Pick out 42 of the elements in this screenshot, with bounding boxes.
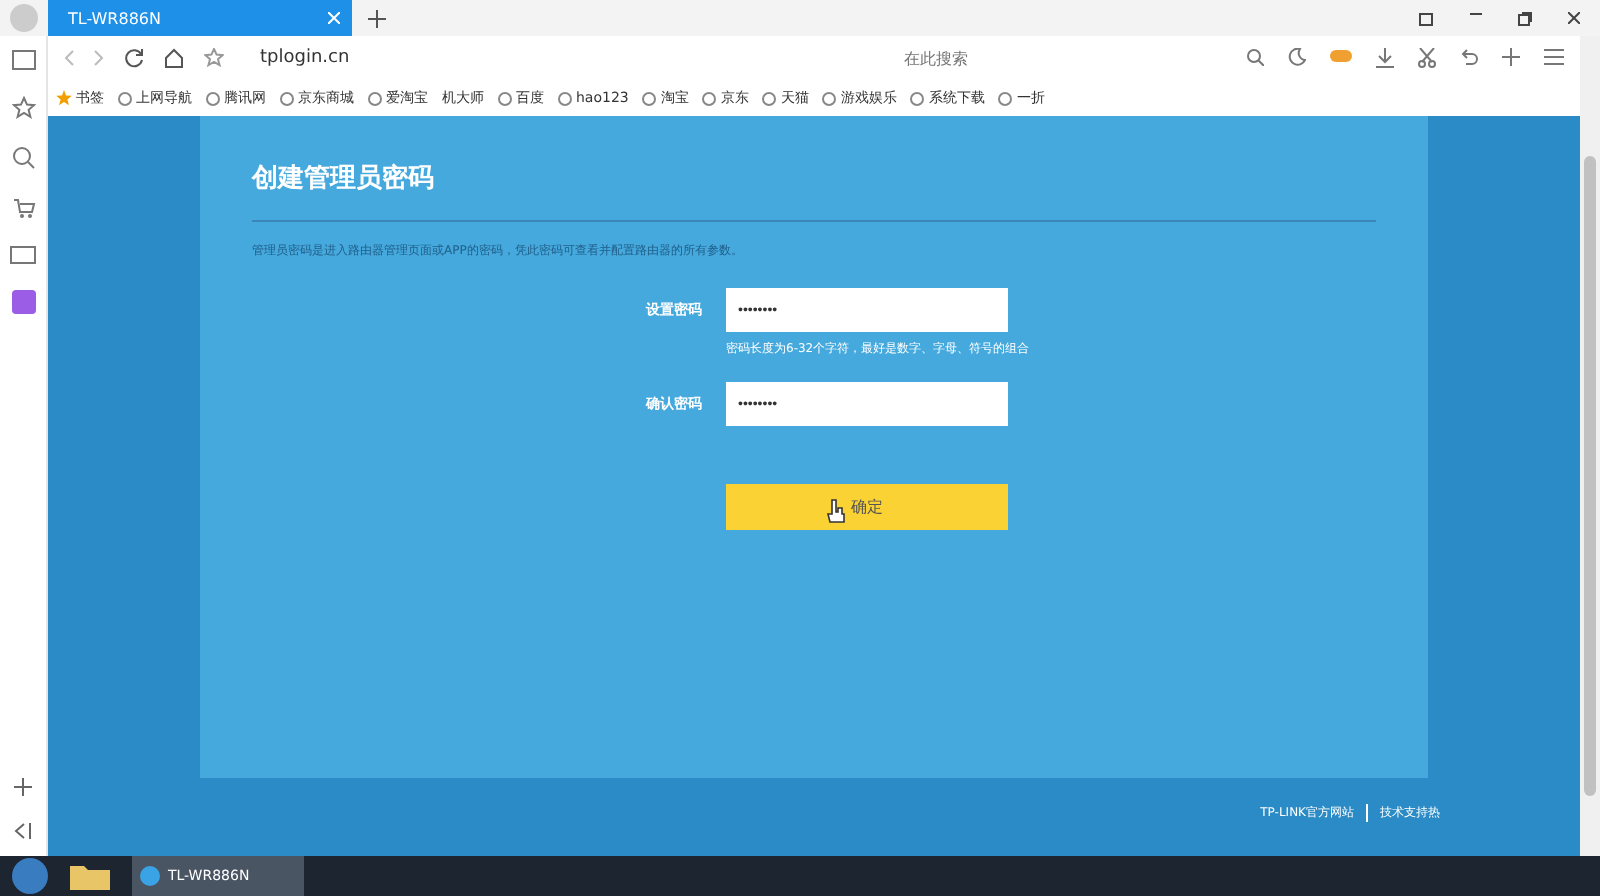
undo-icon[interactable] [1460, 48, 1478, 66]
globe-icon [498, 91, 512, 105]
globe-icon [822, 91, 837, 105]
globe-icon [910, 91, 925, 105]
download-icon[interactable] [1376, 48, 1394, 68]
globe-icon [206, 91, 220, 105]
scissors-icon[interactable] [1418, 48, 1436, 68]
live-icon[interactable] [10, 246, 36, 264]
folder-icon[interactable] [68, 860, 112, 892]
globe-icon [762, 91, 777, 105]
add-icon[interactable] [1502, 48, 1520, 66]
globe-icon [702, 91, 717, 105]
star-icon [56, 90, 72, 106]
collapse-icon[interactable] [14, 822, 32, 840]
globe-icon [558, 91, 572, 105]
minimize-icon[interactable] [1470, 11, 1482, 15]
star-icon[interactable] [11, 96, 35, 120]
star-icon[interactable] [204, 48, 224, 68]
home-icon[interactable] [164, 48, 184, 68]
globe-icon [118, 91, 132, 105]
new-tab-icon[interactable] [368, 9, 386, 27]
close-icon[interactable] [1568, 11, 1580, 23]
globe-icon [642, 91, 657, 105]
add-icon[interactable] [14, 778, 32, 796]
address-field[interactable]: tplogin.cn [260, 48, 480, 68]
globe-icon [998, 91, 1013, 105]
search-icon[interactable] [11, 146, 35, 170]
globe-icon [368, 91, 382, 105]
start-button[interactable] [12, 858, 48, 894]
page-title: 创建管理员密码 [252, 161, 436, 196]
reload-icon[interactable] [124, 48, 144, 68]
globe-icon [280, 91, 294, 105]
search-icon[interactable] [1246, 48, 1264, 66]
confirm-button[interactable]: 确定 [726, 484, 1008, 530]
search-field[interactable]: 在此搜索 [900, 47, 1188, 69]
moon-icon[interactable] [1288, 48, 1306, 66]
maximize-icon[interactable] [1518, 11, 1532, 25]
reader-icon[interactable] [11, 50, 35, 70]
skin-icon[interactable] [1418, 11, 1434, 25]
menu-icon[interactable] [1544, 48, 1564, 66]
cart-icon[interactable] [11, 196, 35, 220]
hand-cursor-icon [826, 498, 846, 526]
